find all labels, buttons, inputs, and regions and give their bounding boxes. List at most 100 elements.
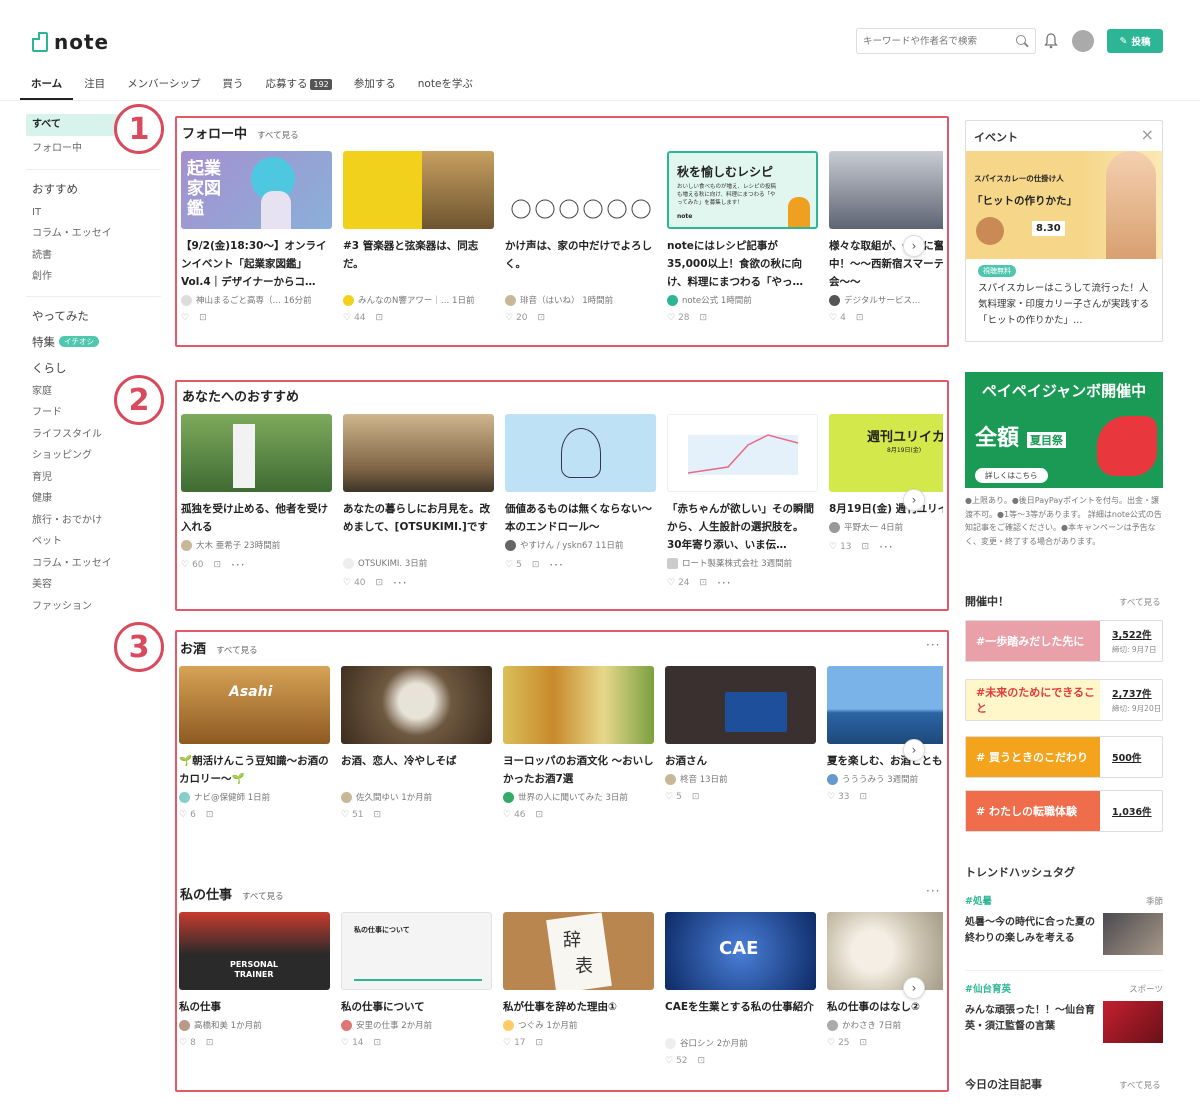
work-next-arrow[interactable]: › [903,977,925,999]
sidebar-item-creation[interactable]: 創作 [26,266,161,288]
follow-card[interactable]: 秋を愉しむレシピ おいしい食べものが増え、レシピの投稿も増える秋に向け、料理にま… [667,151,818,323]
more-icon[interactable]: ··· [879,540,893,554]
search-box[interactable] [856,28,1036,54]
sidebar-item-it[interactable]: IT [26,202,161,224]
heart-icon[interactable]: ♡ [181,313,189,323]
tab-learn[interactable]: noteを学ぶ [407,70,484,100]
heart-icon[interactable]: ♡ 6 [179,810,196,820]
sake-card[interactable]: ヨーロッパのお酒文化 〜おいしかったお酒7選 世界の人に聞いてみた 3日前 ♡ … [503,666,654,820]
event-banner[interactable]: スパイスカレーの仕掛け人 「ヒットの作りかた」 8.30 [966,151,1162,259]
follow-card[interactable]: #3 管楽器と弦楽器は、同志だ。 みんなのN響アワー｜… 1日前 ♡ 44 ⊡ [343,151,494,323]
work-card[interactable]: 私の仕事のはなし② かわさき 7日前 ♡ 25 ⊡ [827,912,943,1066]
close-icon[interactable]: × [1141,125,1154,144]
user-avatar[interactable] [1072,30,1094,52]
heart-icon[interactable]: ♡ 5 [665,792,682,802]
follow-card[interactable]: 起業家図鑑 【9/2(金)18:30〜】オンラインイベント「起業家図鑑」Vol.… [181,151,332,323]
tab-apply[interactable]: 応募する 192 [254,70,342,100]
more-icon[interactable]: ··· [717,576,731,590]
bookmark-icon[interactable]: ⊡ [374,1038,382,1048]
bookmark-icon[interactable]: ⊡ [199,313,207,323]
heart-icon[interactable]: ♡ 25 [827,1038,850,1048]
follow-next-arrow[interactable]: › [903,235,925,257]
work-see-all-link[interactable]: すべて見る [242,892,284,902]
bookmark-icon[interactable]: ⊡ [374,810,382,820]
heart-icon[interactable]: ♡ 52 [665,1056,688,1066]
follow-card[interactable]: 様々な取組が、一緒に奮闘中！〜〜西新宿スマーティ協議会〜〜 デジタルサービス… … [829,151,943,323]
today-see-all-link[interactable]: すべて見る [1119,1079,1161,1091]
sidebar-head-tokushu[interactable]: 特集 イチオシ [26,329,161,355]
ongoing-see-all-link[interactable]: すべて見る [1119,596,1161,608]
work-card[interactable]: 辞 表 私が仕事を辞めた理由① つぐみ 1か月前 ♡ 17 ⊡ [503,912,654,1066]
bookmark-icon[interactable]: ⊡ [700,578,708,588]
follow-card[interactable]: かけ声は、家の中だけでよろしく。 琲音（はいね） 1時間前 ♡ 20 ⊡ [505,151,656,323]
bookmark-icon[interactable]: ⊡ [692,792,700,802]
tab-buy[interactable]: 買う [211,70,254,100]
recommend-card[interactable]: 「赤ちゃんが欲しい」その瞬間から、人生設計の選択肢を。30年寄り添い、いま伝… … [667,414,818,590]
note-logo[interactable]: note [32,30,109,54]
bookmark-icon[interactable]: ⊡ [214,560,222,570]
campaign-item[interactable]: # 買うときのこだわり 500件 [965,736,1163,778]
work-more-icon[interactable]: ··· [926,884,940,898]
heart-icon[interactable]: ♡ 24 [667,578,690,588]
trend-item[interactable]: #仙台育英 スポーツ みんな頑張った！！〜仙台育英・須江監督の言葉 [965,981,1163,1051]
sidebar-item-travel[interactable]: 旅行・おでかけ [26,510,161,532]
work-card[interactable]: 私の仕事について 私の仕事について 安里の仕事 2か月前 ♡ 14 ⊡ [341,912,492,1066]
heart-icon[interactable]: ♡ 28 [667,313,690,323]
sidebar-item-column2[interactable]: コラム・エッセイ [26,553,161,575]
sidebar-item-reading[interactable]: 読書 [26,245,161,267]
sake-next-arrow[interactable]: › [903,739,925,761]
recommend-card[interactable]: 週刊ユリイカ 8月19日(金) 8月19日(金) 週刊ユリイカ 平野太一 4日前… [829,414,943,590]
sake-card[interactable]: お酒さん 柊音 13日前 ♡ 5 ⊡ [665,666,816,820]
heart-icon[interactable]: ♡ 20 [505,313,528,323]
search-input[interactable] [863,35,1003,47]
sake-more-icon[interactable]: ··· [926,638,940,652]
campaign-item[interactable]: #一歩踏みだした先に 3,522件 締切: 9月7日 [965,620,1163,662]
heart-icon[interactable]: ♡ 14 [341,1038,364,1048]
post-button[interactable]: ✎ 投稿 [1107,29,1163,53]
bookmark-icon[interactable]: ⊡ [536,810,544,820]
follow-see-all-link[interactable]: すべて見る [257,131,299,141]
sidebar-head-recommend[interactable]: おすすめ [26,176,161,202]
campaign-item[interactable]: # わたしの転職体験 1,036件 [965,790,1163,832]
trend-item[interactable]: #処暑 季節 処暑〜今の時代に合った夏の終わりの楽しみを考える [965,893,1163,963]
work-card[interactable]: CAE CAEを生業とする私の仕事紹介 谷口シン 2か月前 ♡ 52 ⊡ [665,912,816,1066]
bookmark-icon[interactable]: ⊡ [860,792,868,802]
tab-membership[interactable]: メンバーシップ [116,70,211,100]
heart-icon[interactable]: ♡ 33 [827,792,850,802]
heart-icon[interactable]: ♡ 44 [343,313,366,323]
bookmark-icon[interactable]: ⊡ [698,1056,706,1066]
sake-card[interactable]: お酒、恋人、冷やしそば 佐久間ゆい 1か月前 ♡ 51 ⊡ [341,666,492,820]
work-card[interactable]: PERSONAL TRAINER 私の仕事 高橋和美 1か月前 ♡ 8 ⊡ [179,912,330,1066]
recommend-next-arrow[interactable]: › [903,489,925,511]
heart-icon[interactable]: ♡ 40 [343,578,366,588]
bookmark-icon[interactable]: ⊡ [376,313,384,323]
sake-card[interactable]: 夏を楽しむ、お酒とともに うううみう 3週間前 ♡ 33 ⊡ [827,666,943,820]
paypay-banner[interactable]: ペイペイジャンボ開催中 全額 夏目祭 詳しくはこちら [965,372,1163,488]
heart-icon[interactable]: ♡ 60 [181,560,204,570]
event-description[interactable]: スパイスカレーはこうして流行った！人気料理家・印度カリー子さんが実践する「ヒット… [978,281,1156,329]
tab-home[interactable]: ホーム [20,70,74,100]
sidebar-item-lifestyle[interactable]: ライフスタイル [26,424,161,446]
heart-icon[interactable]: ♡ 8 [179,1038,196,1048]
bookmark-icon[interactable]: ⊡ [206,1038,214,1048]
bookmark-icon[interactable]: ⊡ [206,810,214,820]
sidebar-item-pet[interactable]: ペット [26,531,161,553]
trend-tag[interactable]: #仙台育英 [965,984,1011,995]
bookmark-icon[interactable]: ⊡ [376,578,384,588]
sidebar-item-health[interactable]: 健康 [26,488,161,510]
more-icon[interactable]: ··· [549,558,563,572]
heart-icon[interactable]: ♡ 46 [503,810,526,820]
tab-join[interactable]: 参加する [343,70,407,100]
heart-icon[interactable]: ♡ 5 [505,560,522,570]
recommend-card[interactable]: 価値あるものは無くならない〜本のエンドロール〜 やすけん / yskn67 11… [505,414,656,590]
tab-featured[interactable]: 注目 [73,70,116,100]
sidebar-item-fashion[interactable]: ファッション [26,596,161,618]
bookmark-icon[interactable]: ⊡ [532,560,540,570]
bell-icon[interactable] [1044,33,1058,49]
search-icon[interactable] [1016,34,1029,48]
sidebar-head-yattemita[interactable]: やってみた [26,303,161,329]
sake-card[interactable]: Asahi 🌱朝活けんこう豆知識〜お酒のカロリー〜🌱 ナビ@保健師 1日前 ♡ … [179,666,330,820]
bookmark-icon[interactable]: ⊡ [862,542,870,552]
campaign-item[interactable]: #未来のためにできること 2,737件 締切: 9月20日 [965,679,1163,721]
sidebar-item-childcare[interactable]: 育児 [26,467,161,489]
